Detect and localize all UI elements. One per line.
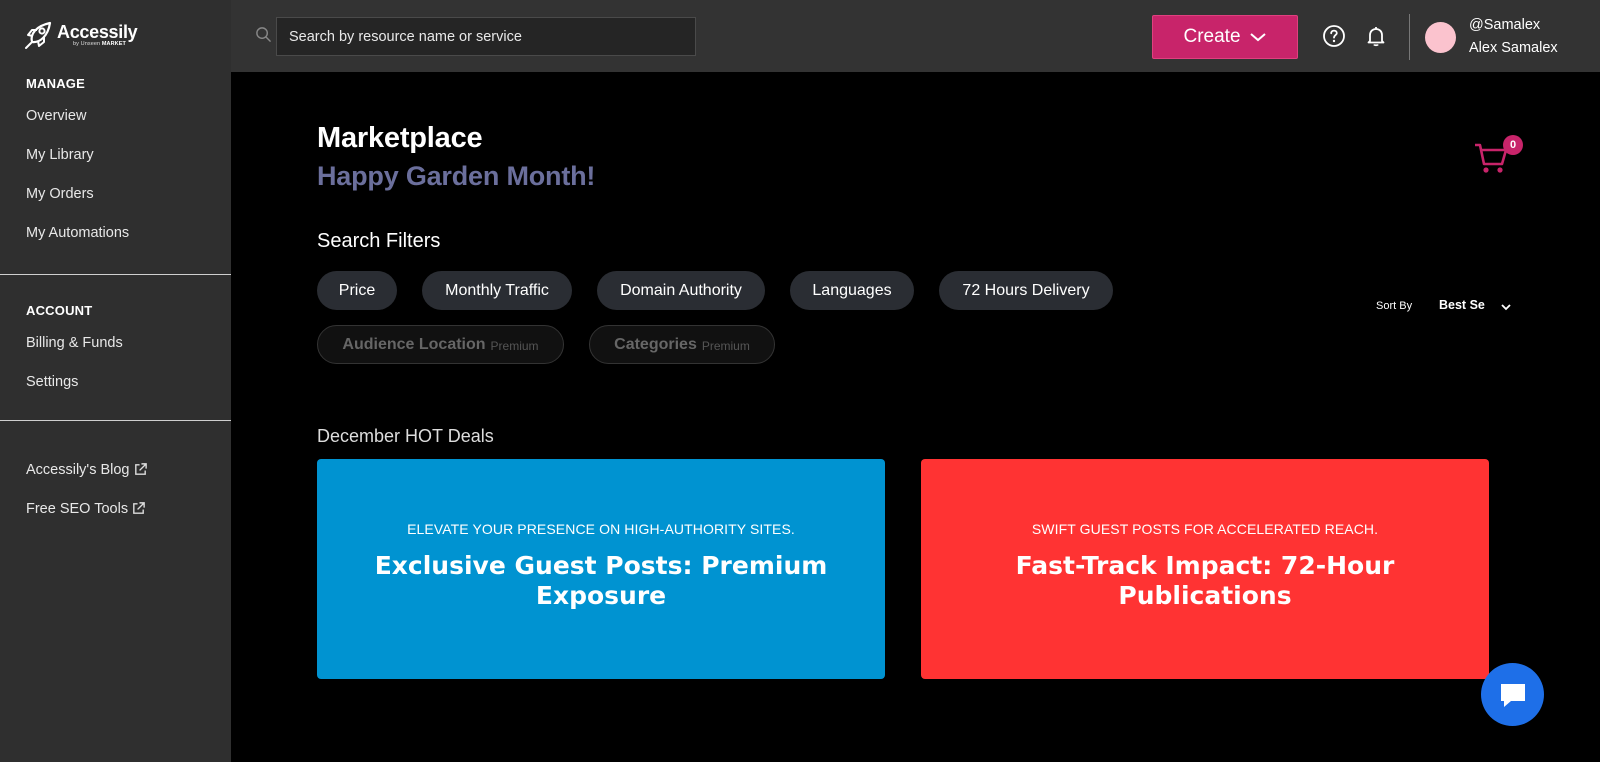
- brand-name: Accessily: [57, 22, 138, 42]
- chevron-down-icon[interactable]: [1500, 301, 1512, 313]
- create-button-label: Create: [1183, 26, 1241, 47]
- sidebar-item-my-library[interactable]: My Library: [26, 135, 231, 174]
- filter-chip-label: Audience Location: [342, 335, 486, 353]
- create-button[interactable]: Create: [1152, 15, 1298, 59]
- filter-chip-audience-location: Audience Location Premium: [317, 325, 564, 364]
- page-title: Marketplace: [317, 122, 483, 154]
- deals-heading: December HOT Deals: [317, 426, 494, 446]
- cart-count-badge: 0: [1503, 135, 1523, 155]
- deal-card-guest-posts[interactable]: ELEVATE YOUR PRESENCE ON HIGH-AUTHORITY …: [317, 459, 885, 679]
- filter-chip-monthly-traffic[interactable]: Monthly Traffic: [422, 271, 572, 310]
- filter-chip-categories: Categories Premium: [589, 325, 775, 364]
- sidebar-item-settings[interactable]: Settings: [26, 362, 231, 401]
- rocket-icon: [25, 21, 52, 49]
- premium-tag: Premium: [490, 339, 539, 353]
- deal-title: Fast-Track Impact: 72-Hour Publications: [1015, 551, 1395, 610]
- sidebar: Accessily by Unseen MARKET MANAGE Overvi…: [0, 0, 231, 762]
- avatar[interactable]: [1425, 22, 1456, 53]
- chevron-down-icon: [1249, 33, 1266, 42]
- sidebar-item-label: Accessily's Blog: [26, 461, 130, 478]
- help-icon[interactable]: [1322, 24, 1346, 48]
- chat-icon: [1500, 683, 1525, 707]
- premium-tag: Premium: [701, 339, 750, 353]
- filter-chip-72-hours-delivery[interactable]: 72 Hours Delivery: [939, 271, 1113, 310]
- filters-heading: Search Filters: [317, 230, 441, 252]
- bell-icon[interactable]: [1364, 24, 1388, 48]
- search-input[interactable]: [276, 17, 696, 56]
- sidebar-divider: [0, 274, 231, 275]
- search-icon: [256, 27, 271, 42]
- external-link-icon: [133, 502, 145, 514]
- top-bar: Create @Samalex Alex Samalex: [231, 0, 1600, 72]
- sidebar-item-billing-funds[interactable]: Billing & Funds: [26, 323, 231, 362]
- filter-chip-label: Categories: [614, 335, 697, 353]
- sidebar-divider: [0, 420, 231, 421]
- page-subtitle: Happy Garden Month!: [317, 161, 596, 191]
- sort-label: Sort By: [1376, 300, 1413, 312]
- filter-chip-domain-authority[interactable]: Domain Authority: [597, 271, 765, 310]
- sidebar-item-label: Free SEO Tools: [26, 500, 129, 517]
- deal-tagline: SWIFT GUEST POSTS FOR ACCELERATED REACH.: [1031, 521, 1379, 537]
- brand-subtitle: by Unseen MARKET: [73, 41, 126, 47]
- manage-section: MANAGE Overview My Library My Orders My …: [0, 76, 231, 252]
- user-name[interactable]: Alex Samalex: [1469, 40, 1558, 56]
- sidebar-item-my-orders[interactable]: My Orders: [26, 174, 231, 213]
- external-link-icon: [134, 463, 147, 475]
- sidebar-item-blog[interactable]: Accessily's Blog: [26, 450, 231, 489]
- sidebar-item-my-automations[interactable]: My Automations: [26, 213, 231, 252]
- deal-title: Exclusive Guest Posts: Premium Exposure: [374, 551, 828, 610]
- filter-chip-languages[interactable]: Languages: [790, 271, 914, 310]
- sidebar-item-overview[interactable]: Overview: [26, 96, 231, 135]
- account-section: ACCOUNT Billing & Funds Settings: [0, 303, 231, 401]
- manage-heading: MANAGE: [26, 76, 85, 91]
- sidebar-item-free-seo-tools[interactable]: Free SEO Tools: [26, 489, 231, 528]
- user-handle[interactable]: @Samalex: [1469, 17, 1540, 33]
- main-content: Marketplace Happy Garden Month! 0 Search…: [231, 72, 1600, 762]
- account-heading: ACCOUNT: [26, 303, 93, 318]
- chat-button[interactable]: [1481, 663, 1544, 726]
- top-divider: [1409, 14, 1410, 60]
- external-links-section: Accessily's Blog Free SEO Tools: [0, 450, 231, 528]
- deal-card-fast-track[interactable]: SWIFT GUEST POSTS FOR ACCELERATED REACH.…: [921, 459, 1489, 679]
- filter-chip-price[interactable]: Price: [317, 271, 397, 310]
- brand-logo[interactable]: Accessily by Unseen MARKET: [24, 20, 138, 50]
- deal-tagline: ELEVATE YOUR PRESENCE ON HIGH-AUTHORITY …: [407, 521, 795, 537]
- sort-select[interactable]: Best Se: [1439, 298, 1485, 312]
